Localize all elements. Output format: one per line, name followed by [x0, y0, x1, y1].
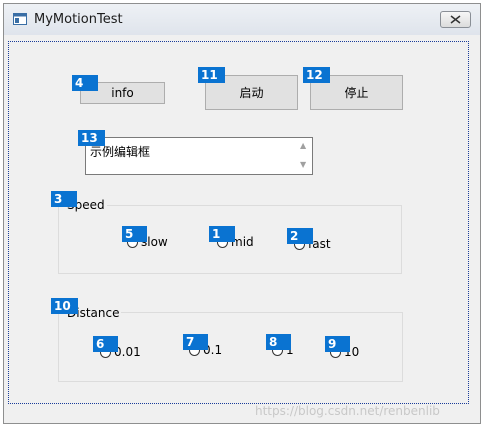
sample-edit-box[interactable]: 示例编辑框 ▲ ▼	[85, 137, 313, 175]
title-bar[interactable]: MyMotionTest	[4, 4, 480, 35]
window-title: MyMotionTest	[34, 12, 123, 27]
marker-badge-1: 1	[209, 226, 235, 242]
marker-badge-4: 4	[72, 75, 98, 91]
marker-badge-2: 2	[287, 228, 313, 244]
marker-badge-7: 7	[183, 334, 208, 350]
marker-badge-10: 10	[51, 298, 78, 314]
edit-scrollbar[interactable]: ▲ ▼	[296, 138, 312, 174]
marker-badge-12: 12	[303, 67, 330, 83]
marker-badge-11: 11	[198, 67, 225, 83]
close-button[interactable]	[440, 11, 471, 28]
marker-badge-13: 13	[78, 130, 105, 146]
close-x-icon	[450, 15, 461, 24]
marker-badge-6: 6	[93, 336, 118, 352]
watermark-text: https://blog.csdn.net/renbenlib	[255, 404, 440, 418]
marker-badge-5: 5	[122, 226, 147, 242]
marker-badge-8: 8	[266, 334, 291, 350]
marker-badge-9: 9	[325, 336, 350, 352]
window-icon	[13, 13, 27, 25]
marker-badge-3: 3	[51, 191, 77, 207]
chevron-down-icon[interactable]: ▼	[300, 160, 306, 169]
chevron-up-icon[interactable]: ▲	[300, 141, 306, 150]
radio-label: 0.01	[114, 345, 141, 359]
